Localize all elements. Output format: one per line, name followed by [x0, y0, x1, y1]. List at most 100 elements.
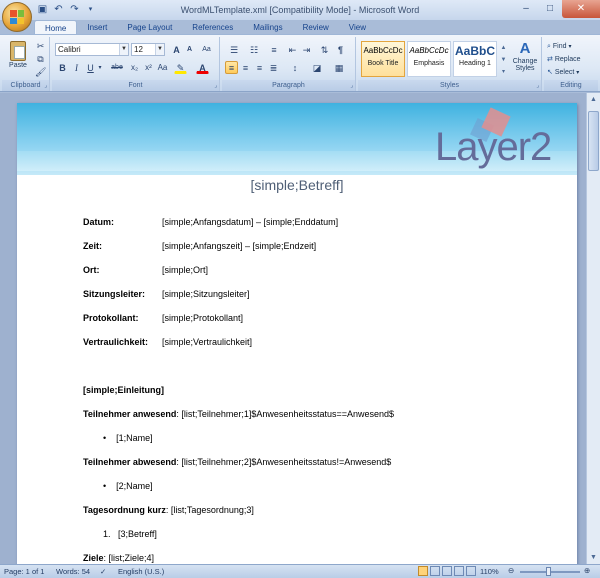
- window-title: WordMLTemplate.xml [Compatibility Mode] …: [180, 5, 420, 15]
- print-layout-icon[interactable]: [418, 566, 428, 576]
- vertical-scrollbar[interactable]: ▲ ▼: [586, 93, 600, 564]
- close-button[interactable]: ✕: [562, 0, 600, 18]
- style-heading-1[interactable]: AaBbC Heading 1: [453, 41, 497, 77]
- numbering-icon[interactable]: ☷: [245, 43, 263, 56]
- chevron-down-icon[interactable]: ▼: [119, 44, 128, 55]
- line-spacing-icon[interactable]: ↕: [286, 61, 304, 74]
- underline-dropdown-icon[interactable]: ▾: [96, 61, 104, 74]
- align-left-icon[interactable]: ≡: [225, 61, 238, 74]
- clear-formatting-button[interactable]: Aa: [200, 43, 213, 56]
- replace-button[interactable]: ⇄ Replace: [546, 53, 596, 65]
- office-button[interactable]: [2, 2, 32, 32]
- tab-mailings[interactable]: Mailings: [243, 20, 292, 35]
- tab-insert[interactable]: Insert: [77, 20, 117, 35]
- word-count[interactable]: Words: 54: [56, 567, 90, 576]
- align-center-icon[interactable]: ≡: [239, 61, 252, 74]
- font-launcher-icon[interactable]: ⌟: [214, 82, 217, 89]
- bold-button[interactable]: B: [56, 61, 69, 74]
- superscript-button[interactable]: x²: [142, 61, 155, 74]
- style-emphasis[interactable]: AaBbCcDc Emphasis: [407, 41, 451, 77]
- paragraph-group-label: Paragraph: [222, 80, 355, 91]
- field-label-protokollant: Protokollant:: [83, 313, 139, 323]
- font-name-combo[interactable]: Calibri ▼: [55, 43, 129, 56]
- styles-scroll-down-icon[interactable]: ▼: [499, 53, 508, 65]
- style-preview: AaBbC: [454, 44, 495, 58]
- tab-page-layout[interactable]: Page Layout: [117, 20, 182, 35]
- multilevel-list-icon[interactable]: ≡: [265, 43, 283, 56]
- zoom-slider-thumb[interactable]: [546, 567, 551, 576]
- shrink-font-button[interactable]: A: [183, 43, 196, 56]
- copy-icon[interactable]: ⧉: [34, 52, 47, 65]
- replace-icon: ⇄: [547, 56, 553, 63]
- cut-icon[interactable]: ✂: [34, 39, 47, 52]
- present-line: Teilnehmer anwesend: [list;Teilnehmer;1]…: [83, 409, 394, 419]
- change-case-button[interactable]: Aa: [156, 61, 169, 74]
- styles-more-icon[interactable]: ▾: [499, 65, 508, 77]
- styles-launcher-icon[interactable]: ⌟: [536, 82, 539, 89]
- paste-button[interactable]: Paste: [5, 38, 31, 76]
- tab-view[interactable]: View: [339, 20, 376, 35]
- zoom-in-icon[interactable]: ⊕: [584, 566, 590, 575]
- scrollbar-thumb[interactable]: [588, 111, 599, 171]
- zoom-level[interactable]: 110%: [480, 567, 499, 576]
- style-book-title[interactable]: AaBbCcDc Book Title: [361, 41, 405, 77]
- find-label: Find: [552, 43, 567, 50]
- tab-home[interactable]: Home: [34, 20, 78, 35]
- highlight-icon[interactable]: ✎: [174, 61, 187, 74]
- page-count[interactable]: Page: 1 of 1: [4, 567, 44, 576]
- language[interactable]: English (U.S.): [118, 567, 164, 576]
- justify-icon[interactable]: ≣: [267, 61, 280, 74]
- bullets-icon[interactable]: ☰: [225, 43, 243, 56]
- paragraph-launcher-icon[interactable]: ⌟: [350, 82, 353, 89]
- office-logo-icon: [10, 10, 24, 24]
- field-label-zeit: Zeit:: [83, 241, 102, 251]
- shading-icon[interactable]: ◪: [308, 61, 326, 74]
- change-styles-label-2: Styles: [515, 65, 535, 72]
- grow-font-button[interactable]: A: [170, 43, 183, 56]
- format-painter-icon[interactable]: 🖌: [34, 65, 47, 78]
- maximize-button[interactable]: □: [538, 0, 562, 18]
- select-button[interactable]: ↖ Select ▾: [546, 66, 596, 78]
- absent-item: [2;Name]: [116, 481, 153, 491]
- minimize-button[interactable]: –: [514, 0, 538, 18]
- scroll-down-icon[interactable]: ▼: [587, 551, 600, 564]
- clipboard-group-label: Clipboard: [2, 80, 49, 91]
- absent-label: Teilnehmer abwesend: [83, 457, 177, 467]
- show-formatting-icon[interactable]: ¶: [334, 43, 347, 56]
- tab-review[interactable]: Review: [293, 20, 339, 35]
- field-value-sitzungsleiter: [simple;Sitzungsleiter]: [162, 289, 250, 299]
- font-color-icon[interactable]: A: [196, 61, 209, 74]
- proofing-icon[interactable]: ✓: [100, 567, 106, 576]
- web-layout-icon[interactable]: [442, 566, 453, 576]
- font-group-label: Font: [52, 80, 219, 91]
- increase-indent-icon[interactable]: ⇥: [300, 43, 313, 56]
- italic-button[interactable]: I: [70, 61, 83, 74]
- field-label-sitzungsleiter: Sitzungsleiter:: [83, 289, 146, 299]
- document-page[interactable]: Layer2 [simple;Betreff] Datum: [simple;A…: [17, 103, 577, 564]
- document-area[interactable]: Layer2 [simple;Betreff] Datum: [simple;A…: [0, 93, 600, 564]
- present-item: [1;Name]: [116, 433, 153, 443]
- title-bar: ▣ ↶ ↷ ▾ WordMLTemplate.xml [Compatibilit…: [0, 0, 600, 20]
- styles-scroll-up-icon[interactable]: ▲: [499, 41, 508, 53]
- full-screen-icon[interactable]: [430, 566, 441, 576]
- font-size-combo[interactable]: 12 ▼: [131, 43, 165, 56]
- draft-icon[interactable]: [466, 566, 477, 576]
- absent-line: Teilnehmer abwesend: [list;Teilnehmer;2]…: [83, 457, 391, 467]
- field-value-ort: [simple;Ort]: [162, 265, 209, 275]
- align-right-icon[interactable]: ≡: [253, 61, 266, 74]
- tab-references[interactable]: References: [182, 20, 243, 35]
- zoom-out-icon[interactable]: ⊖: [508, 566, 514, 575]
- strikethrough-button[interactable]: abe: [108, 61, 126, 74]
- change-styles-button[interactable]: A Change Styles: [509, 39, 541, 79]
- subscript-button[interactable]: x₂: [128, 61, 141, 74]
- present-label: Teilnehmer anwesend: [83, 409, 177, 419]
- find-button[interactable]: ⌕ Find ▾: [546, 40, 596, 52]
- outline-icon[interactable]: [454, 566, 465, 576]
- clipboard-launcher-icon[interactable]: ⌟: [44, 82, 47, 89]
- decrease-indent-icon[interactable]: ⇤: [286, 43, 299, 56]
- chevron-down-icon[interactable]: ▼: [155, 44, 164, 55]
- borders-icon[interactable]: ▦: [330, 61, 348, 74]
- sort-icon[interactable]: ⇅: [318, 43, 331, 56]
- absent-value: : [list;Teilnehmer;2]$Anwesenheitsstatus…: [176, 457, 392, 467]
- scroll-up-icon[interactable]: ▲: [587, 93, 600, 106]
